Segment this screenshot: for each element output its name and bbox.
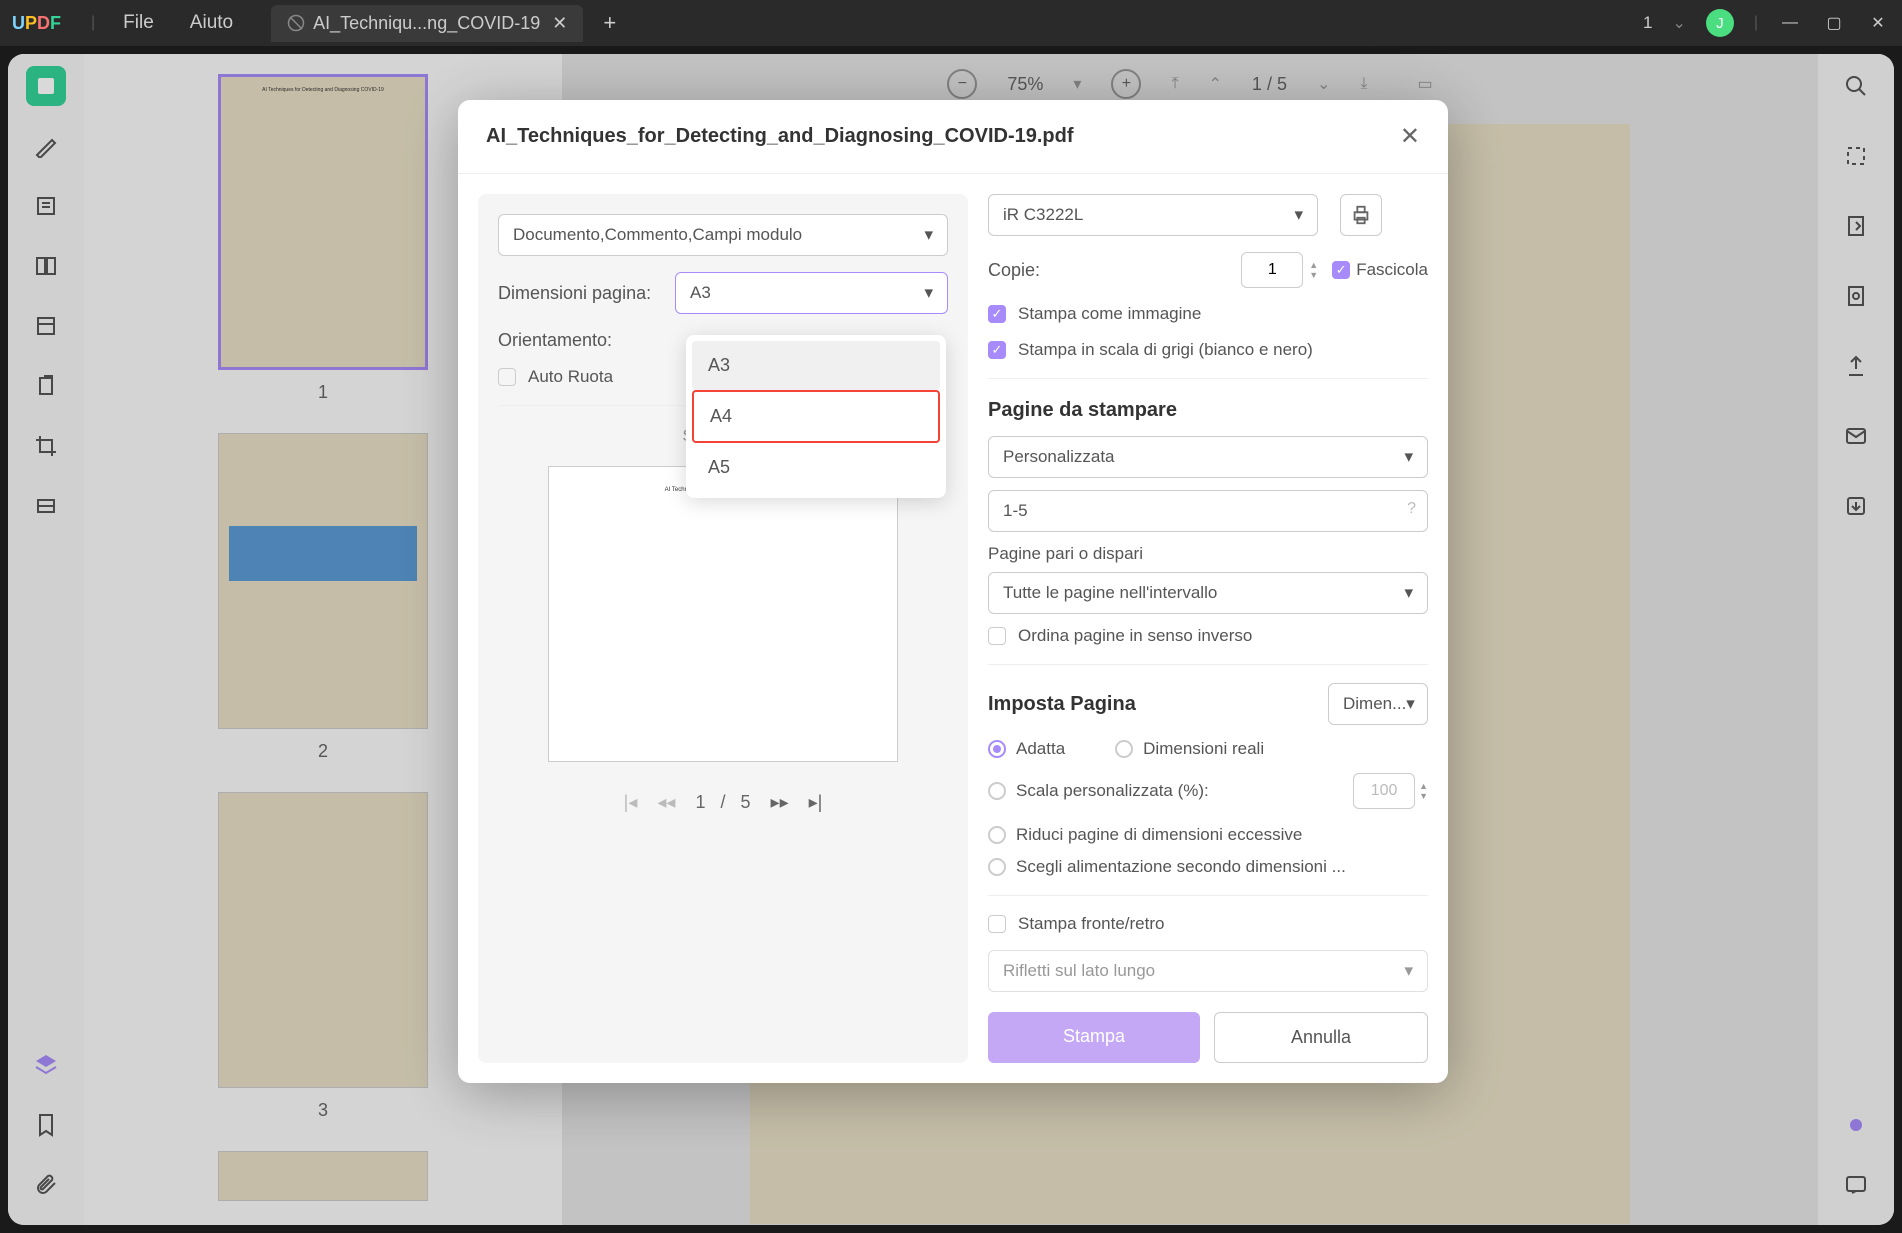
- document-tab[interactable]: AI_Techniqu...ng_COVID-19 ✕: [271, 5, 583, 42]
- copies-input[interactable]: [1241, 252, 1303, 288]
- paper-source-label: Scegli alimentazione secondo dimensioni …: [1016, 857, 1346, 877]
- dialog-title: AI_Techniques_for_Detecting_and_Diagnosi…: [486, 125, 1074, 148]
- titlebar: UPDF | File Aiuto AI_Techniqu...ng_COVID…: [0, 0, 1902, 46]
- copies-up[interactable]: ▲: [1309, 260, 1318, 270]
- chevron-down-icon: ▾: [1404, 447, 1413, 467]
- dropdown-option-a5[interactable]: A5: [692, 443, 940, 492]
- flip-select[interactable]: Rifletti sul lato lungo ▾: [988, 950, 1428, 992]
- tab-count: 1: [1643, 13, 1652, 33]
- scale-up[interactable]: ▲: [1419, 781, 1428, 791]
- auto-rotate-checkbox[interactable]: [498, 368, 516, 386]
- pages-section-title: Pagine da stampare: [988, 399, 1428, 422]
- chevron-down-icon: ▾: [1406, 694, 1415, 714]
- shrink-radio[interactable]: [988, 826, 1006, 844]
- pager-total: 5: [741, 792, 751, 812]
- copies-down[interactable]: ▼: [1309, 270, 1318, 280]
- preview-column: Documento,Commento,Campi modulo ▾ Dimens…: [478, 194, 968, 1063]
- chevron-down-icon[interactable]: ⌄: [1672, 13, 1685, 33]
- actual-size-radio[interactable]: [1115, 740, 1133, 758]
- chevron-down-icon: ▾: [924, 225, 933, 245]
- print-button[interactable]: Stampa: [988, 1012, 1200, 1063]
- shrink-label: Riduci pagine di dimensioni eccessive: [1016, 825, 1302, 845]
- last-page-button[interactable]: ▸|: [809, 792, 823, 813]
- duplex-checkbox[interactable]: [988, 915, 1006, 933]
- printer-icon: [1350, 204, 1372, 226]
- pager-current: 1: [695, 792, 705, 812]
- chevron-down-icon: ▾: [1404, 583, 1413, 603]
- menu-help[interactable]: Aiuto: [172, 12, 251, 34]
- content-select[interactable]: Documento,Commento,Campi modulo ▾: [498, 214, 948, 256]
- settings-column: iR C3222L ▾ Copie: ▲▼ ✓ Fascicola ✓ Stam…: [988, 194, 1428, 1063]
- copies-label: Copie:: [988, 260, 1040, 281]
- maximize-button[interactable]: ▢: [1822, 11, 1846, 35]
- scale-down[interactable]: ▼: [1419, 791, 1428, 801]
- print-dialog: AI_Techniques_for_Detecting_and_Diagnosi…: [458, 100, 1448, 1083]
- grayscale-label: Stampa in scala di grigi (bianco e nero): [1018, 340, 1313, 360]
- tab-close-icon[interactable]: ✕: [552, 13, 567, 34]
- dropdown-option-a3[interactable]: A3: [692, 341, 940, 390]
- printer-select[interactable]: iR C3222L ▾: [988, 194, 1318, 236]
- page-size-select[interactable]: A3 ▾: [675, 272, 948, 314]
- dialog-close-button[interactable]: ✕: [1400, 122, 1420, 151]
- printer-properties-button[interactable]: [1340, 194, 1382, 236]
- fit-radio[interactable]: [988, 740, 1006, 758]
- collate-label: Fascicola: [1356, 260, 1428, 280]
- reverse-order-checkbox[interactable]: [988, 627, 1006, 645]
- first-page-button[interactable]: |◂: [624, 792, 638, 813]
- user-avatar[interactable]: J: [1706, 9, 1734, 37]
- reverse-order-label: Ordina pagine in senso inverso: [1018, 626, 1252, 646]
- print-as-image-checkbox[interactable]: ✓: [988, 305, 1006, 323]
- minimize-button[interactable]: —: [1778, 11, 1802, 35]
- preview-page: AI Techniques for Detecting and Diagnosi…: [548, 466, 898, 762]
- chevron-down-icon: ▾: [924, 283, 933, 303]
- auto-rotate-label: Auto Ruota: [528, 367, 613, 387]
- prev-page-button[interactable]: ◂◂: [657, 792, 675, 813]
- preview-pager: |◂ ◂◂ 1 / 5 ▸▸ ▸|: [498, 792, 948, 813]
- page-range-input[interactable]: [988, 490, 1428, 532]
- page-size-dropdown: A3 A4 A5: [686, 335, 946, 498]
- custom-scale-radio[interactable]: [988, 782, 1006, 800]
- help-icon[interactable]: ?: [1407, 500, 1416, 518]
- odd-even-select[interactable]: Tutte le pagine nell'intervallo ▾: [988, 572, 1428, 614]
- pages-select[interactable]: Personalizzata ▾: [988, 436, 1428, 478]
- tab-label: AI_Techniqu...ng_COVID-19: [313, 13, 540, 34]
- paper-source-radio[interactable]: [988, 858, 1006, 876]
- collate-checkbox[interactable]: ✓: [1332, 261, 1350, 279]
- setup-section-title: Imposta Pagina: [988, 693, 1136, 716]
- menu-file[interactable]: File: [105, 12, 172, 34]
- close-window-button[interactable]: ✕: [1866, 11, 1890, 35]
- duplex-label: Stampa fronte/retro: [1018, 914, 1164, 934]
- app-logo: UPDF: [12, 13, 61, 34]
- grayscale-checkbox[interactable]: ✓: [988, 341, 1006, 359]
- fit-label: Adatta: [1016, 739, 1065, 759]
- dimension-select[interactable]: Dimen... ▾: [1328, 683, 1428, 725]
- custom-scale-label: Scala personalizzata (%):: [1016, 781, 1209, 801]
- next-page-button[interactable]: ▸▸: [771, 792, 789, 813]
- custom-scale-input[interactable]: [1353, 773, 1415, 809]
- chevron-down-icon: ▾: [1404, 961, 1413, 981]
- actual-size-label: Dimensioni reali: [1143, 739, 1264, 759]
- odd-even-label: Pagine pari o dispari: [988, 544, 1428, 564]
- print-as-image-label: Stampa come immagine: [1018, 304, 1201, 324]
- document-icon: [287, 14, 305, 32]
- page-size-label: Dimensioni pagina:: [498, 283, 663, 304]
- add-tab-button[interactable]: +: [603, 10, 616, 36]
- chevron-down-icon: ▾: [1294, 205, 1303, 225]
- cancel-button[interactable]: Annulla: [1214, 1012, 1428, 1063]
- dropdown-option-a4[interactable]: A4: [692, 390, 940, 443]
- orientation-label: Orientamento:: [498, 330, 658, 351]
